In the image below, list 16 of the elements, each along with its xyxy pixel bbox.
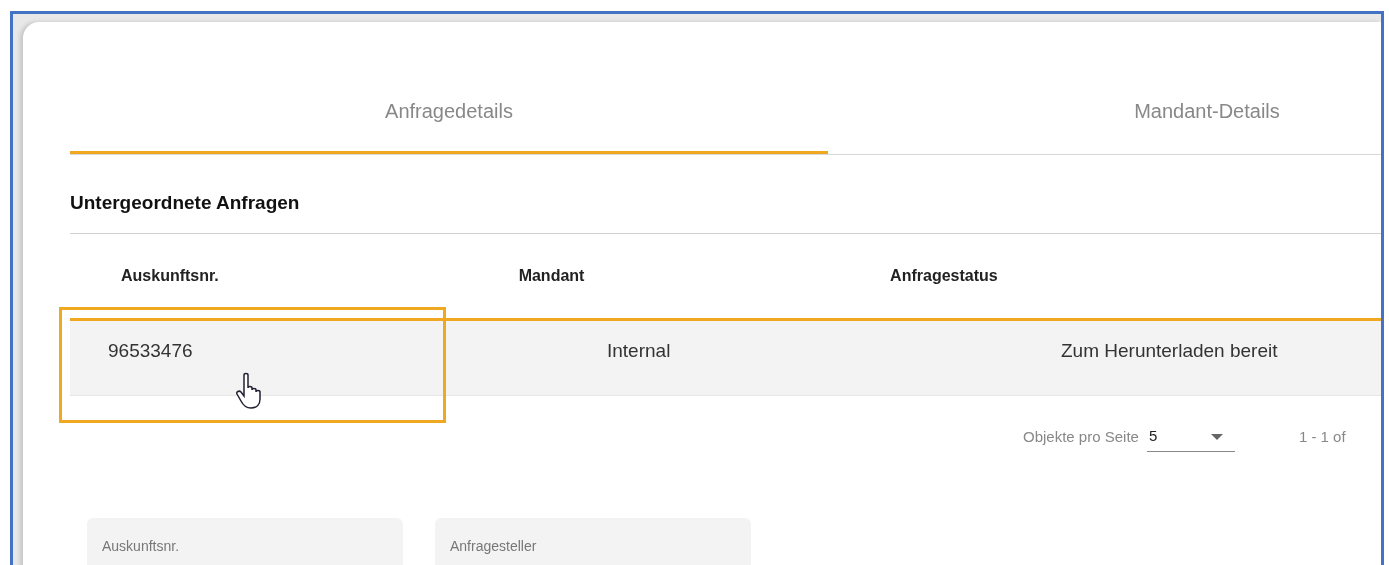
section-title: Untergeordnete Anfragen: [70, 191, 301, 211]
column-header[interactable]: Anfragestatus: [890, 264, 1381, 288]
items-per-page-label: Objekte pro Seite: [1023, 426, 1139, 447]
field-label: Anfragesteller: [450, 538, 537, 554]
page-range-label: 1 - 1 of: [1298, 426, 1346, 447]
field-label: Auskunftsnr.: [102, 538, 180, 554]
dropdown-caret-icon: [1210, 433, 1223, 440]
column-header[interactable]: Mandant: [518, 264, 891, 288]
page-size-select[interactable]: 5: [1146, 422, 1235, 452]
column-header[interactable]: Auskunftsnr.: [70, 264, 519, 288]
table-cell-text: Zum Herunterladen bereit: [1061, 338, 1279, 363]
table-row[interactable]: 96533476 Internal Zum Herunterladen bereit: [70, 318, 1381, 396]
tab[interactable]: Mandant-Details: [828, 70, 1381, 154]
tab[interactable]: Anfragedetails: [70, 70, 828, 154]
table-cell-text: Internal: [607, 338, 672, 363]
table-cell-text: 96533476: [107, 338, 194, 363]
